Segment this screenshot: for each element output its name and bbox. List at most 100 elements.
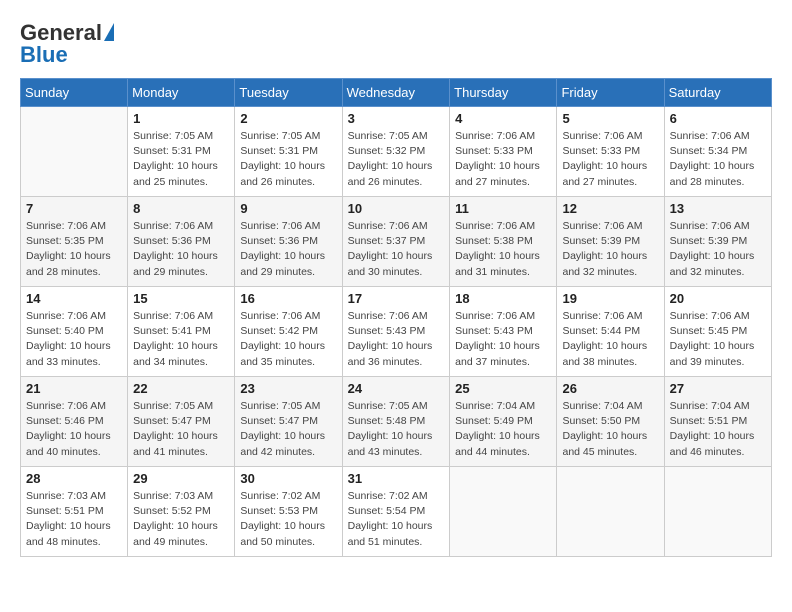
calendar-cell: 1 Sunrise: 7:05 AMSunset: 5:31 PMDaylight… [128, 107, 235, 197]
calendar-cell: 11 Sunrise: 7:06 AMSunset: 5:38 PMDayligh… [450, 197, 557, 287]
calendar-table: SundayMondayTuesdayWednesdayThursdayFrid… [20, 78, 772, 557]
day-number: 21 [26, 381, 122, 396]
sun-info: Sunrise: 7:06 AMSunset: 5:44 PMDaylight:… [562, 309, 658, 370]
day-number: 16 [240, 291, 336, 306]
sun-info: Sunrise: 7:06 AMSunset: 5:41 PMDaylight:… [133, 309, 229, 370]
weekday-header-saturday: Saturday [664, 79, 771, 107]
weekday-header-friday: Friday [557, 79, 664, 107]
calendar-cell: 19 Sunrise: 7:06 AMSunset: 5:44 PMDayligh… [557, 287, 664, 377]
calendar-cell: 18Sunrise: 7:06 AMSunset: 5:43 PMDayligh… [450, 287, 557, 377]
sun-info: Sunrise: 7:06 AMSunset: 5:37 PMDaylight:… [348, 219, 445, 280]
calendar-cell [21, 107, 128, 197]
calendar-cell: 23Sunrise: 7:05 AMSunset: 5:47 PMDayligh… [235, 377, 342, 467]
calendar-body: 1 Sunrise: 7:05 AMSunset: 5:31 PMDaylight… [21, 107, 772, 557]
day-number: 19 [562, 291, 658, 306]
day-number: 28 [26, 471, 122, 486]
sun-info: Sunrise: 7:05 AMSunset: 5:31 PMDaylight:… [133, 129, 229, 190]
day-number: 3 [348, 111, 445, 126]
calendar-cell: 22 Sunrise: 7:05 AMSunset: 5:47 PMDayligh… [128, 377, 235, 467]
logo-blue-text: Blue [20, 42, 68, 68]
calendar-cell [557, 467, 664, 557]
day-number: 5 [562, 111, 658, 126]
day-number: 29 [133, 471, 229, 486]
weekday-header-thursday: Thursday [450, 79, 557, 107]
calendar-cell: 8 Sunrise: 7:06 AMSunset: 5:36 PMDaylight… [128, 197, 235, 287]
calendar-week-row: 1 Sunrise: 7:05 AMSunset: 5:31 PMDaylight… [21, 107, 772, 197]
calendar-week-row: 7 Sunrise: 7:06 AMSunset: 5:35 PMDaylight… [21, 197, 772, 287]
sun-info: Sunrise: 7:03 AMSunset: 5:51 PMDaylight:… [26, 489, 122, 550]
calendar-cell: 16 Sunrise: 7:06 AMSunset: 5:42 PMDayligh… [235, 287, 342, 377]
calendar-cell: 30Sunrise: 7:02 AMSunset: 5:53 PMDayligh… [235, 467, 342, 557]
sun-info: Sunrise: 7:06 AMSunset: 5:46 PMDaylight:… [26, 399, 122, 460]
sun-info: Sunrise: 7:06 AMSunset: 5:38 PMDaylight:… [455, 219, 551, 280]
calendar-week-row: 21 Sunrise: 7:06 AMSunset: 5:46 PMDayligh… [21, 377, 772, 467]
day-number: 7 [26, 201, 122, 216]
page-header: General Blue [20, 20, 772, 68]
day-number: 17 [348, 291, 445, 306]
day-number: 11 [455, 201, 551, 216]
sun-info: Sunrise: 7:06 AMSunset: 5:45 PMDaylight:… [670, 309, 766, 370]
sun-info: Sunrise: 7:06 AMSunset: 5:42 PMDaylight:… [240, 309, 336, 370]
sun-info: Sunrise: 7:06 AMSunset: 5:36 PMDaylight:… [133, 219, 229, 280]
day-number: 9 [240, 201, 336, 216]
sun-info: Sunrise: 7:06 AMSunset: 5:43 PMDaylight:… [348, 309, 445, 370]
calendar-cell: 7 Sunrise: 7:06 AMSunset: 5:35 PMDaylight… [21, 197, 128, 287]
day-number: 22 [133, 381, 229, 396]
calendar-cell: 31Sunrise: 7:02 AMSunset: 5:54 PMDayligh… [342, 467, 450, 557]
day-number: 24 [348, 381, 445, 396]
sun-info: Sunrise: 7:06 AMSunset: 5:34 PMDaylight:… [670, 129, 766, 190]
day-number: 13 [670, 201, 766, 216]
weekday-header-monday: Monday [128, 79, 235, 107]
sun-info: Sunrise: 7:06 AMSunset: 5:39 PMDaylight:… [562, 219, 658, 280]
day-number: 23 [240, 381, 336, 396]
calendar-cell: 5 Sunrise: 7:06 AMSunset: 5:33 PMDaylight… [557, 107, 664, 197]
sun-info: Sunrise: 7:06 AMSunset: 5:33 PMDaylight:… [455, 129, 551, 190]
day-number: 20 [670, 291, 766, 306]
sun-info: Sunrise: 7:03 AMSunset: 5:52 PMDaylight:… [133, 489, 229, 550]
sun-info: Sunrise: 7:06 AMSunset: 5:43 PMDaylight:… [455, 309, 551, 370]
day-number: 14 [26, 291, 122, 306]
weekday-header-tuesday: Tuesday [235, 79, 342, 107]
calendar-cell: 6 Sunrise: 7:06 AMSunset: 5:34 PMDaylight… [664, 107, 771, 197]
calendar-header-row: SundayMondayTuesdayWednesdayThursdayFrid… [21, 79, 772, 107]
calendar-cell: 25 Sunrise: 7:04 AMSunset: 5:49 PMDayligh… [450, 377, 557, 467]
sun-info: Sunrise: 7:06 AMSunset: 5:36 PMDaylight:… [240, 219, 336, 280]
calendar-cell [450, 467, 557, 557]
day-number: 30 [240, 471, 336, 486]
sun-info: Sunrise: 7:04 AMSunset: 5:51 PMDaylight:… [670, 399, 766, 460]
calendar-cell: 29 Sunrise: 7:03 AMSunset: 5:52 PMDayligh… [128, 467, 235, 557]
sun-info: Sunrise: 7:04 AMSunset: 5:49 PMDaylight:… [455, 399, 551, 460]
day-number: 4 [455, 111, 551, 126]
calendar-cell: 17 Sunrise: 7:06 AMSunset: 5:43 PMDayligh… [342, 287, 450, 377]
calendar-cell: 3 Sunrise: 7:05 AMSunset: 5:32 PMDaylight… [342, 107, 450, 197]
weekday-header-wednesday: Wednesday [342, 79, 450, 107]
logo-triangle-icon [104, 23, 114, 41]
sun-info: Sunrise: 7:05 AMSunset: 5:47 PMDaylight:… [133, 399, 229, 460]
day-number: 15 [133, 291, 229, 306]
calendar-cell: 9 Sunrise: 7:06 AMSunset: 5:36 PMDaylight… [235, 197, 342, 287]
calendar-cell: 15 Sunrise: 7:06 AMSunset: 5:41 PMDayligh… [128, 287, 235, 377]
calendar-cell: 24Sunrise: 7:05 AMSunset: 5:48 PMDayligh… [342, 377, 450, 467]
calendar-cell: 13 Sunrise: 7:06 AMSunset: 5:39 PMDayligh… [664, 197, 771, 287]
day-number: 8 [133, 201, 229, 216]
day-number: 10 [348, 201, 445, 216]
day-number: 1 [133, 111, 229, 126]
sun-info: Sunrise: 7:05 AMSunset: 5:31 PMDaylight:… [240, 129, 336, 190]
calendar-cell: 26Sunrise: 7:04 AMSunset: 5:50 PMDayligh… [557, 377, 664, 467]
sun-info: Sunrise: 7:06 AMSunset: 5:35 PMDaylight:… [26, 219, 122, 280]
sun-info: Sunrise: 7:06 AMSunset: 5:40 PMDaylight:… [26, 309, 122, 370]
calendar-cell: 28 Sunrise: 7:03 AMSunset: 5:51 PMDayligh… [21, 467, 128, 557]
sun-info: Sunrise: 7:06 AMSunset: 5:39 PMDaylight:… [670, 219, 766, 280]
calendar-cell: 2Sunrise: 7:05 AMSunset: 5:31 PMDaylight… [235, 107, 342, 197]
day-number: 27 [670, 381, 766, 396]
sun-info: Sunrise: 7:06 AMSunset: 5:33 PMDaylight:… [562, 129, 658, 190]
sun-info: Sunrise: 7:05 AMSunset: 5:32 PMDaylight:… [348, 129, 445, 190]
day-number: 12 [562, 201, 658, 216]
day-number: 6 [670, 111, 766, 126]
day-number: 26 [562, 381, 658, 396]
sun-info: Sunrise: 7:02 AMSunset: 5:54 PMDaylight:… [348, 489, 445, 550]
calendar-cell: 21 Sunrise: 7:06 AMSunset: 5:46 PMDayligh… [21, 377, 128, 467]
calendar-cell: 12 Sunrise: 7:06 AMSunset: 5:39 PMDayligh… [557, 197, 664, 287]
calendar-cell [664, 467, 771, 557]
day-number: 25 [455, 381, 551, 396]
